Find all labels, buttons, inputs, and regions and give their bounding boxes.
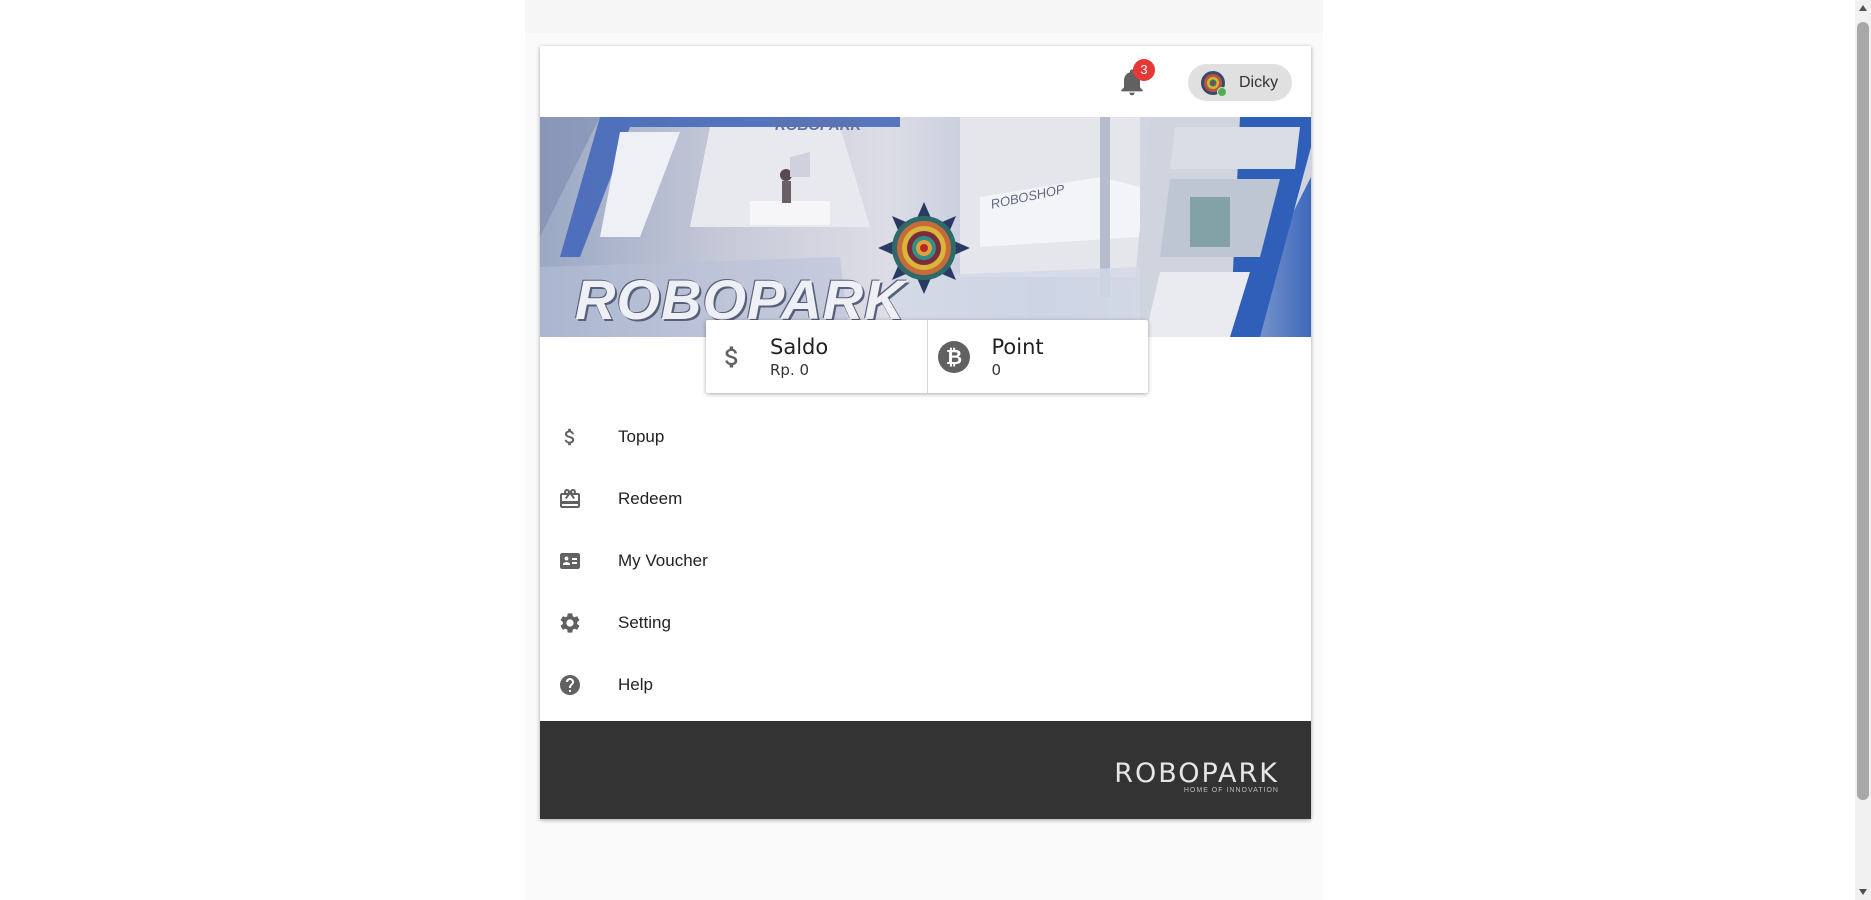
footer-logo-text: ROBOPARK <box>1114 758 1279 789</box>
help-icon <box>557 672 583 698</box>
saldo-title: Saldo <box>770 334 829 359</box>
scroll-down-icon[interactable] <box>1859 889 1867 895</box>
dollar-icon <box>714 339 750 375</box>
saldo-stat[interactable]: Saldo Rp. 0 <box>706 320 927 393</box>
user-name: Dicky <box>1239 73 1279 91</box>
menu-label-redeem: Redeem <box>618 489 683 508</box>
point-stat[interactable]: ₿ Point 0 <box>926 320 1149 393</box>
menu-item-setting[interactable]: Setting <box>540 592 1311 654</box>
user-menu-chip[interactable]: Dicky <box>1188 64 1292 101</box>
footer: ROBOPARK HOME OF INNOVATION <box>540 721 1311 819</box>
menu-item-topup[interactable]: Topup <box>540 406 1311 468</box>
notification-badge: 3 <box>1133 59 1155 81</box>
voucher-icon <box>557 548 583 574</box>
mandala-logo-icon <box>878 202 970 294</box>
saldo-value: Rp. 0 <box>770 360 810 379</box>
vertical-scrollbar[interactable] <box>1855 0 1871 900</box>
menu-item-help[interactable]: Help <box>540 654 1311 716</box>
gear-icon <box>557 610 583 636</box>
avatar <box>1200 70 1227 97</box>
online-status-icon <box>1217 86 1227 97</box>
hero-banner: ROBOPARK ROBOSHOP ROBOPARK <box>540 117 1311 337</box>
menu-item-redeem[interactable]: Redeem <box>540 468 1311 530</box>
gift-icon <box>557 486 583 512</box>
dollar-icon <box>557 424 583 450</box>
bitcoin-icon: ₿ <box>936 339 972 375</box>
footer-logo: ROBOPARK HOME OF INNOVATION <box>1114 758 1279 794</box>
main-menu: Topup Redeem My Voucher Setting Help <box>540 406 1311 716</box>
menu-item-my-voucher[interactable]: My Voucher <box>540 530 1311 592</box>
menu-label-help: Help <box>618 675 653 694</box>
page-top-strip <box>525 0 1323 33</box>
top-bar: 3 Dicky <box>540 46 1311 117</box>
banner-sign-text: ROBOPARK <box>775 117 862 134</box>
menu-label-setting: Setting <box>618 613 671 632</box>
balance-summary-card: Saldo Rp. 0 ₿ Point 0 <box>706 320 1148 393</box>
point-value: 0 <box>991 360 1002 379</box>
menu-label-my-voucher: My Voucher <box>618 551 708 570</box>
svg-text:₿: ₿ <box>945 345 961 369</box>
app-card: 3 Dicky ROBOPARK ROBOSHOP ROBOPARK Saldo… <box>540 46 1311 819</box>
menu-label-topup: Topup <box>618 427 665 446</box>
point-title: Point <box>991 334 1044 359</box>
scroll-thumb[interactable] <box>1857 22 1869 800</box>
scroll-up-icon[interactable] <box>1859 5 1867 11</box>
